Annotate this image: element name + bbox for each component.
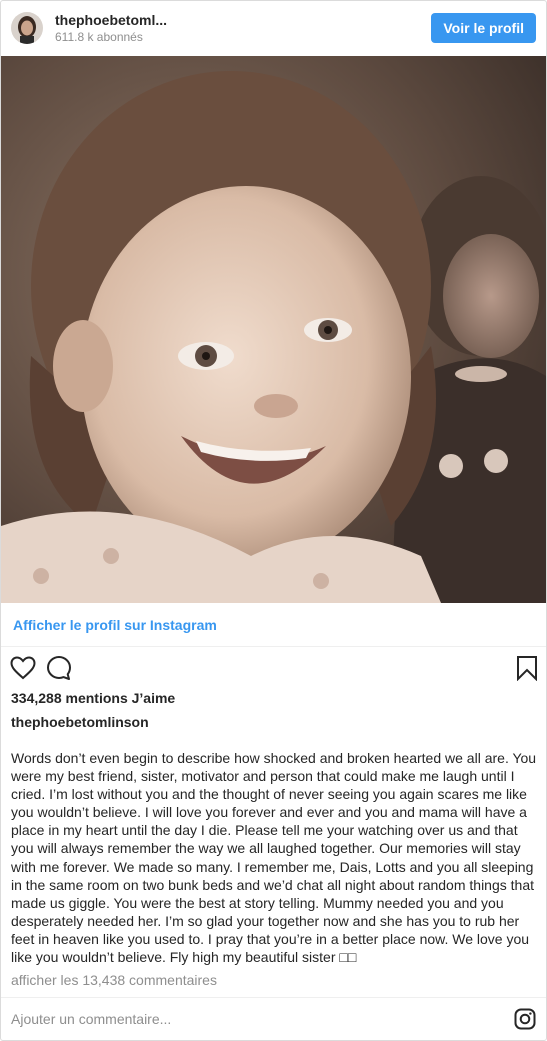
instagram-embed-card: thephoebetoml... 611.8 k abonnés Voir le…	[0, 0, 547, 1041]
comment-icon[interactable]	[45, 654, 73, 682]
photo-image	[1, 56, 546, 603]
avatar[interactable]	[11, 11, 43, 44]
follower-count: 611.8 k abonnés	[55, 30, 143, 44]
caption-text: Words don’t even begin to describe how s…	[11, 750, 537, 966]
bookmark-icon[interactable]	[513, 654, 541, 682]
instagram-logo-icon[interactable]	[514, 1008, 536, 1030]
profile-link-row: Afficher le profil sur Instagram	[1, 603, 546, 647]
header-username[interactable]: thephoebetoml...	[55, 12, 431, 29]
post-actions	[1, 653, 546, 683]
post-header: thephoebetoml... 611.8 k abonnés Voir le…	[1, 1, 546, 56]
view-all-comments-link[interactable]: afficher les 13,438 commentaires	[11, 971, 217, 989]
view-profile-on-instagram-link[interactable]: Afficher le profil sur Instagram	[13, 617, 217, 633]
header-text: thephoebetoml... 611.8 k abonnés	[55, 12, 431, 45]
comment-bar	[1, 997, 546, 1040]
view-profile-button[interactable]: Voir le profil	[431, 12, 536, 43]
comment-input[interactable]	[11, 1011, 471, 1027]
caption-username[interactable]: thephoebetomlinson	[11, 713, 149, 731]
heart-icon[interactable]	[9, 654, 37, 682]
likes-count[interactable]: 334,288 mentions J’aime	[11, 689, 175, 707]
post-photo[interactable]	[1, 56, 546, 603]
